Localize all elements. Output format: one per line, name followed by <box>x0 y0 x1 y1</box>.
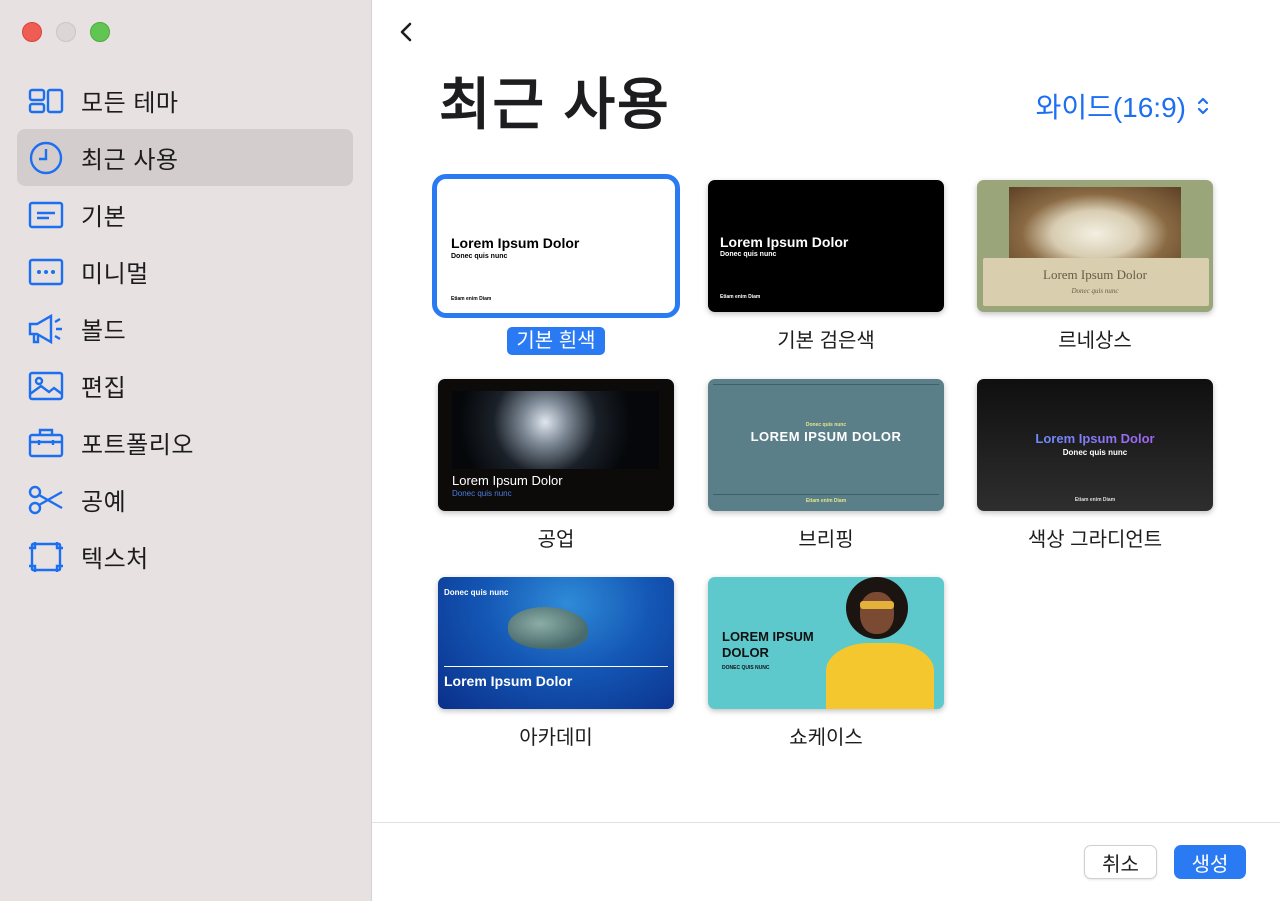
theme-thumbnail: Donec quis nunc Lorem Ipsum Dolor <box>438 577 674 709</box>
aspect-ratio-popup[interactable]: 와이드(16:9) <box>1036 86 1210 126</box>
basic-icon <box>27 196 65 234</box>
theme-name: 공업 <box>537 529 575 551</box>
window-controls <box>22 22 110 42</box>
sidebar-item-editorial[interactable]: 편집 <box>17 357 353 414</box>
theme-thumbnail: Lorem Ipsum Dolor Donec quis nunc <box>977 180 1213 312</box>
food-photo <box>1009 187 1181 265</box>
person-sweater <box>826 643 934 709</box>
minimize-window-button[interactable] <box>56 22 76 42</box>
theme-name: 브리핑 <box>798 529 854 551</box>
thumb-subtitle: Donec quis nunc <box>452 489 512 498</box>
sidebar-item-basic[interactable]: 기본 <box>17 186 353 243</box>
scissors-icon <box>27 481 65 519</box>
thumb-title: LOREM IPSUM DOLOR <box>722 629 814 660</box>
maximize-window-button[interactable] <box>90 22 110 42</box>
gear-photo <box>452 391 659 469</box>
sidebar-item-label: 미니멀 <box>81 261 149 288</box>
theme-thumbnail: Lorem Ipsum Dolor Donec quis nunc Etiam … <box>432 174 680 318</box>
theme-tile-renaissance[interactable]: Lorem Ipsum Dolor Donec quis nunc 르네상스 <box>977 180 1213 353</box>
theme-category-list: 모든 테마 최근 사용 기본 미니멀 볼드 편집 포트폴리오 공예 텍스처 <box>17 72 353 585</box>
theme-tile-basic-white[interactable]: Lorem Ipsum Dolor Donec quis nunc Etiam … <box>432 174 680 355</box>
theme-name: 색상 그라디언트 <box>1027 529 1163 551</box>
thumb-footer: Etiam enim Diam <box>720 294 761 300</box>
theme-tile-basic-black[interactable]: Lorem Ipsum Dolor Donec quis nunc Etiam … <box>708 180 944 353</box>
sidebar-item-craft[interactable]: 공예 <box>17 471 353 528</box>
thumb-title: LOREM IPSUM DOLOR <box>750 429 902 444</box>
page-title: 최근 사용 <box>439 73 671 136</box>
sidebar-item-minimal[interactable]: 미니멀 <box>17 243 353 300</box>
sidebar: 모든 테마 최근 사용 기본 미니멀 볼드 편집 포트폴리오 공예 텍스처 <box>0 0 372 901</box>
sidebar-item-bold[interactable]: 볼드 <box>17 300 353 357</box>
person-face <box>860 592 894 634</box>
sidebar-item-recent[interactable]: 최근 사용 <box>17 129 353 186</box>
theme-thumbnail: Lorem Ipsum Dolor Donec quis nunc Etiam … <box>977 379 1213 511</box>
sunglasses <box>860 601 894 609</box>
turtle-photo <box>508 607 588 649</box>
sidebar-item-label: 편집 <box>81 375 127 402</box>
sidebar-item-label: 텍스처 <box>81 546 149 573</box>
up-down-chevron-icon <box>1197 97 1209 115</box>
theme-tile-showcase[interactable]: LOREM IPSUM DOLOR DONEC QUIS NUNC 쇼케이스 <box>708 577 944 750</box>
theme-thumbnail: Lorem Ipsum Dolor Donec quis nunc <box>438 379 674 511</box>
thumb-subtitle: Donec quis nunc <box>444 588 509 597</box>
sidebar-item-label: 포트폴리오 <box>81 432 194 459</box>
sidebar-item-label: 볼드 <box>81 318 127 345</box>
theme-name: 기본 검은색 <box>777 330 875 352</box>
thumb-subtitle: Donec quis nunc <box>1062 448 1128 457</box>
theme-name: 르네상스 <box>1058 330 1132 352</box>
footer-divider <box>372 822 1280 823</box>
theme-tile-briefing[interactable]: Donec quis nunc LOREM IPSUM DOLOR Etiam … <box>708 379 944 552</box>
theme-tile-industrial[interactable]: Lorem Ipsum Dolor Donec quis nunc 공업 <box>438 379 674 552</box>
thumb-subtitle: Donec quis nunc <box>805 422 847 428</box>
sidebar-item-label: 공예 <box>81 489 127 516</box>
theme-name: 기본 흰색 <box>507 327 605 355</box>
thumb-footer: Etiam enim Diam <box>805 498 847 504</box>
thumb-subtitle: Donec quis nunc <box>720 251 777 258</box>
all-themes-icon <box>27 82 65 120</box>
briefcase-icon <box>27 424 65 462</box>
thumb-footer: Etiam enim Diam <box>451 296 492 302</box>
close-window-button[interactable] <box>22 22 42 42</box>
theme-thumbnail: Donec quis nunc LOREM IPSUM DOLOR Etiam … <box>708 379 944 511</box>
theme-thumbnail: Lorem Ipsum Dolor Donec quis nunc Etiam … <box>708 180 944 312</box>
sidebar-item-texture[interactable]: 텍스처 <box>17 528 353 585</box>
theme-thumbnail: LOREM IPSUM DOLOR DONEC QUIS NUNC <box>708 577 944 709</box>
thumb-subtitle: Donec quis nunc <box>1071 287 1119 295</box>
thumb-title: Lorem Ipsum Dolor <box>1043 267 1147 282</box>
sidebar-item-label: 기본 <box>81 204 127 231</box>
create-button[interactable]: 생성 <box>1174 845 1246 879</box>
megaphone-icon <box>27 310 65 348</box>
sidebar-item-label: 모든 테마 <box>81 90 179 117</box>
sidebar-item-all-themes[interactable]: 모든 테마 <box>17 72 353 129</box>
aspect-ratio-label: 와이드(16:9) <box>1035 92 1186 123</box>
thumb-footer: Etiam enim Diam <box>1074 497 1116 503</box>
clock-icon <box>27 139 65 177</box>
thumb-title: Lorem Ipsum Dolor <box>444 673 573 689</box>
thumb-title: Lorem Ipsum Dolor <box>452 473 563 488</box>
main-panel: 최근 사용 와이드(16:9) Lorem Ipsum Dolor Donec … <box>372 0 1280 901</box>
texture-icon <box>27 538 65 576</box>
thumb-title: Lorem Ipsum Dolor <box>720 234 849 250</box>
thumb-subtitle: Donec quis nunc <box>451 253 508 260</box>
thumb-subtitle: DONEC QUIS NUNC <box>722 665 770 671</box>
sidebar-item-portfolio[interactable]: 포트폴리오 <box>17 414 353 471</box>
sidebar-item-label: 최근 사용 <box>81 147 179 174</box>
back-chevron-icon[interactable] <box>394 18 418 46</box>
theme-chooser-window: 모든 테마 최근 사용 기본 미니멀 볼드 편집 포트폴리오 공예 텍스처 최근… <box>0 0 1280 901</box>
theme-name: 아카데미 <box>519 727 593 749</box>
theme-tile-academy[interactable]: Donec quis nunc Lorem Ipsum Dolor 아카데미 <box>438 577 674 750</box>
thumb-title: Lorem Ipsum Dolor <box>451 235 580 251</box>
theme-name: 쇼케이스 <box>789 727 863 749</box>
theme-tile-color-gradient[interactable]: Lorem Ipsum Dolor Donec quis nunc Etiam … <box>977 379 1213 552</box>
photo-icon <box>27 367 65 405</box>
cancel-button[interactable]: 취소 <box>1084 845 1157 879</box>
minimal-icon <box>27 253 65 291</box>
thumb-title: Lorem Ipsum Dolor <box>977 431 1213 446</box>
